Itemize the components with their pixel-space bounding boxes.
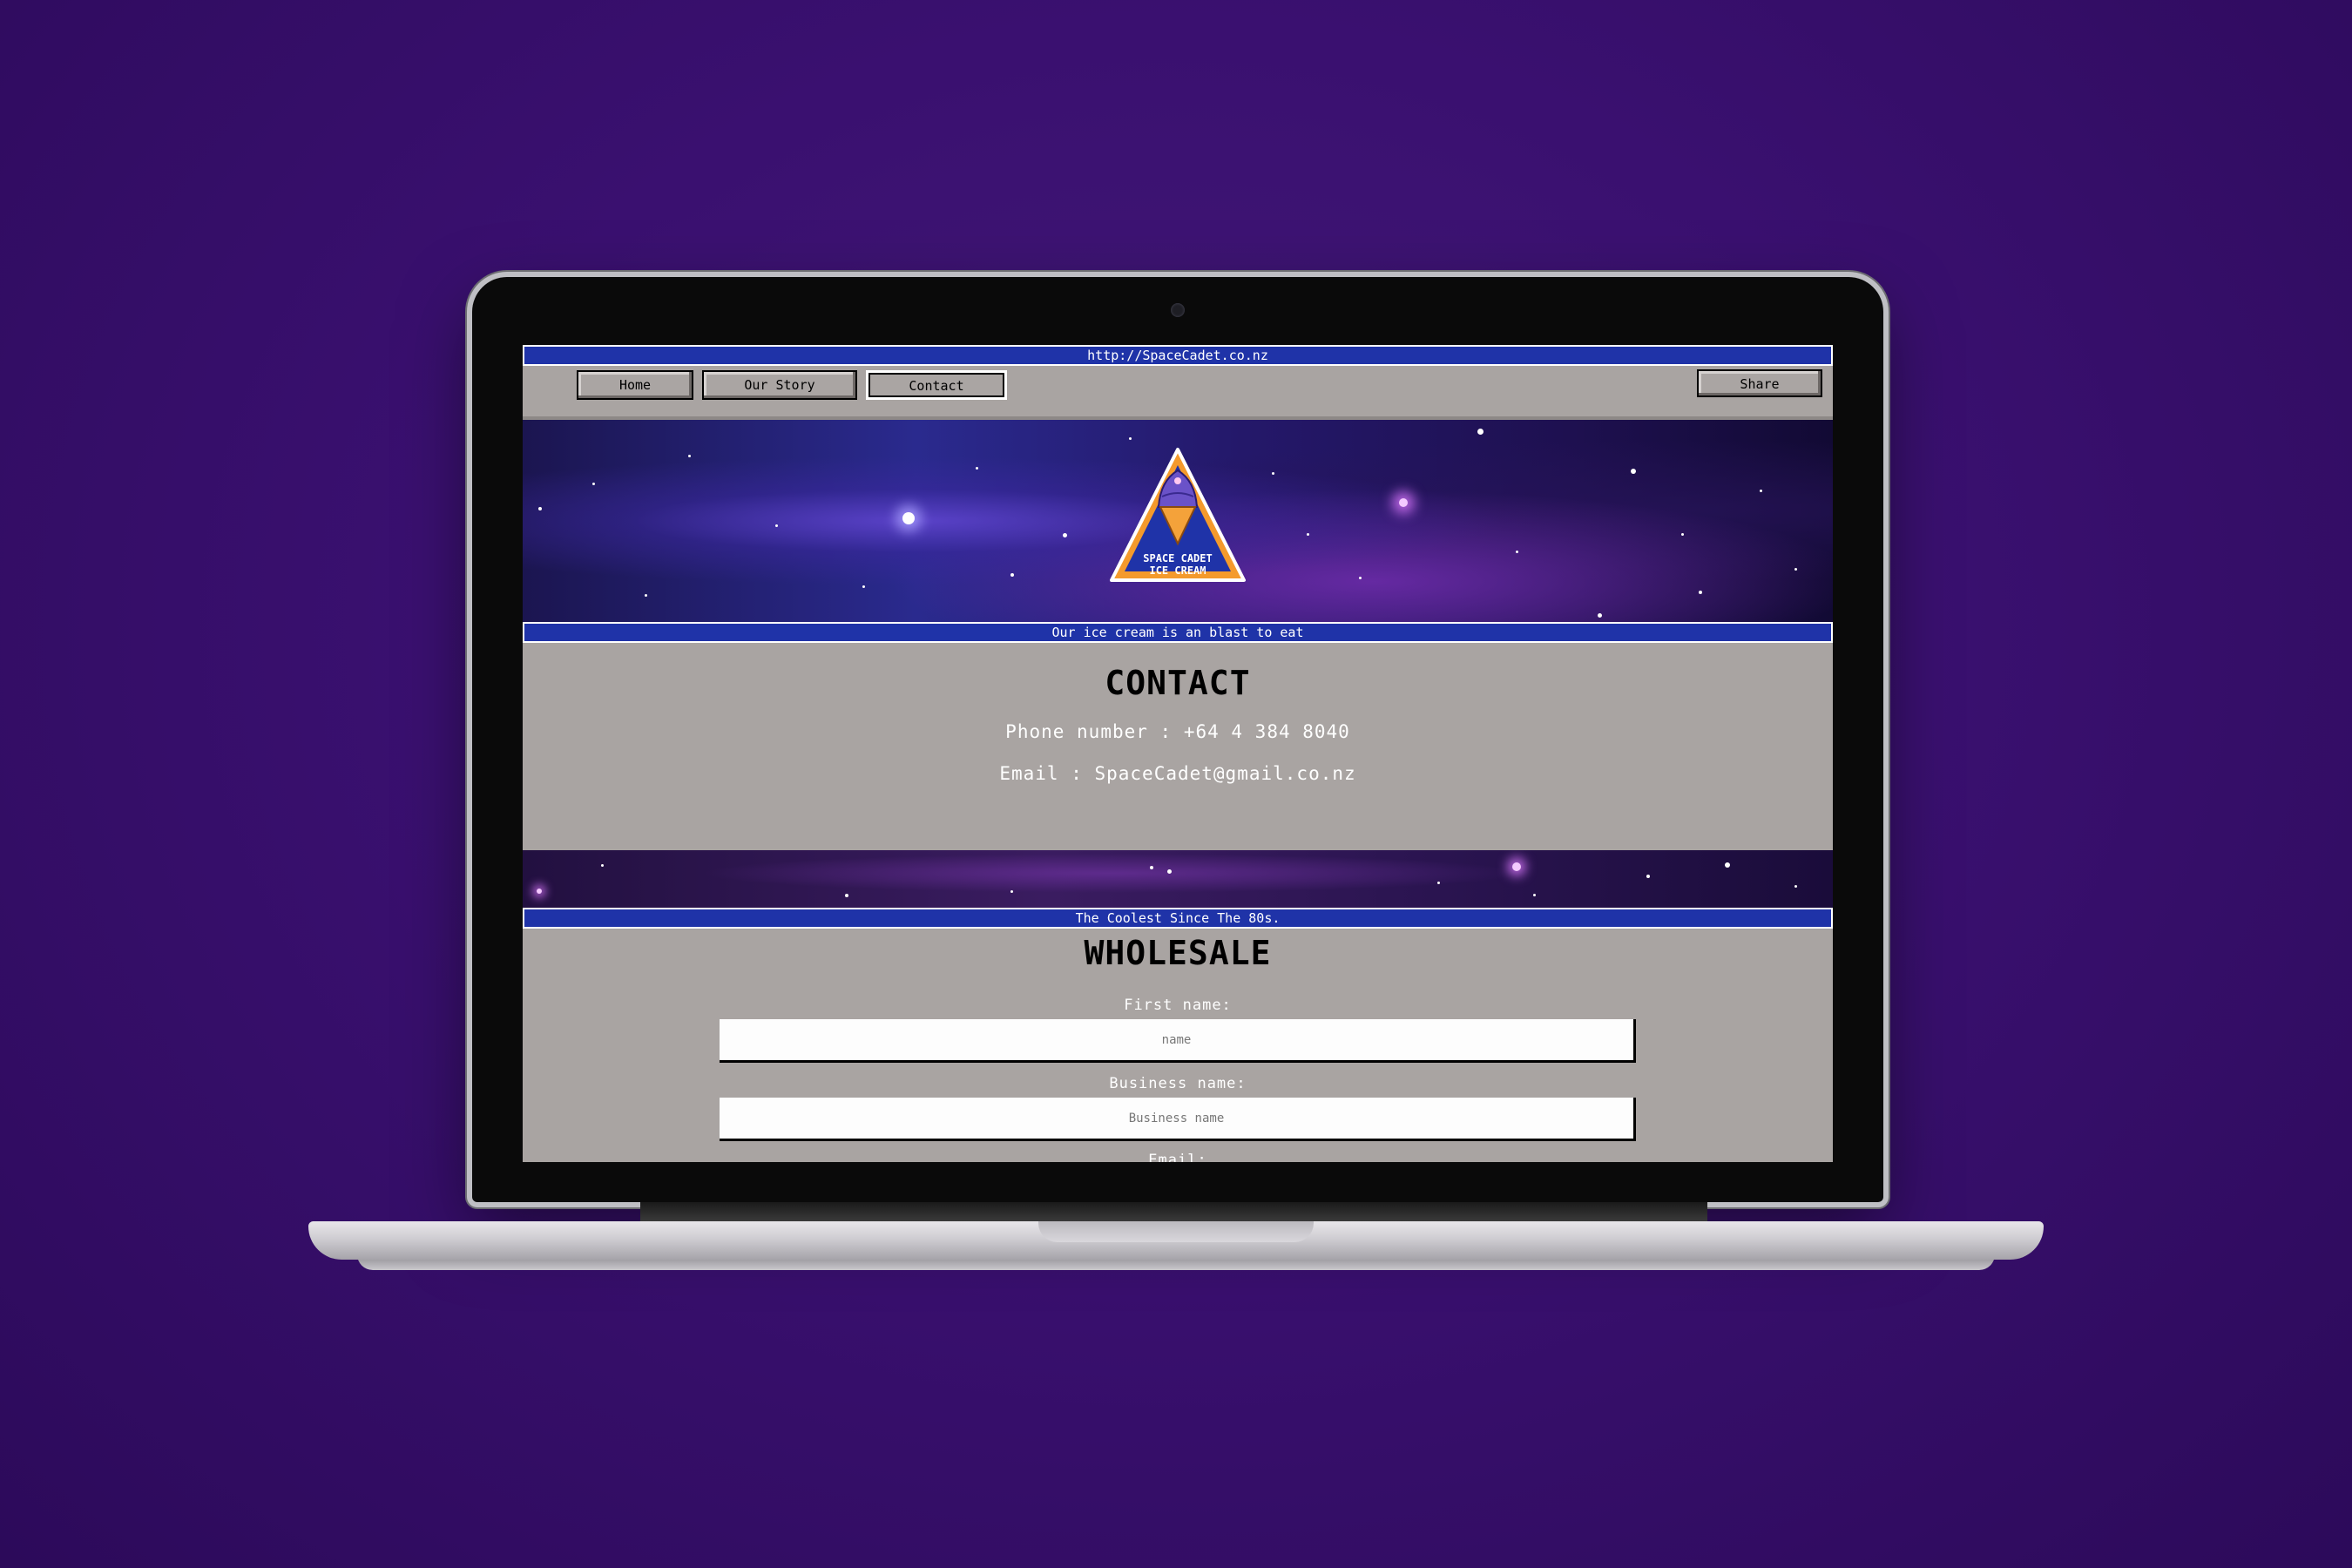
contact-phone: Phone number : +64 4 384 8040 (1005, 721, 1350, 742)
laptop-notch (1038, 1221, 1314, 1242)
webcam-icon (1171, 303, 1185, 317)
contact-email[interactable]: Email : SpaceCadet@gmail.co.nz (523, 763, 1833, 784)
wholesale-section: WHOLESALE First name: Business name: Ema… (523, 929, 1833, 1162)
nav-contact-button[interactable]: Contact (866, 370, 1007, 400)
logo-text-line2: ICE CREAM (1149, 564, 1206, 577)
business-name-label: Business name: (1109, 1075, 1247, 1092)
contact-heading: CONTACT (1105, 664, 1251, 702)
email-label-partial: Email: (1148, 1152, 1207, 1162)
business-name-input[interactable] (720, 1098, 1636, 1141)
url-bar[interactable]: http://SpaceCadet.co.nz (523, 345, 1833, 366)
secondary-tagline-bar: The Coolest Since The 80s. (523, 908, 1833, 929)
first-name-input[interactable] (720, 1019, 1636, 1063)
first-name-label: First name: (1124, 997, 1232, 1014)
laptop-hinge (640, 1202, 1707, 1221)
wholesale-heading: WHOLESALE (1084, 934, 1272, 972)
space-hero-banner: SPACE CADET ICE CREAM (523, 420, 1833, 622)
logo-text-line1: SPACE CADET (1143, 552, 1213, 564)
nav-our-story-button[interactable]: Our Story (702, 370, 857, 400)
navigation-bar: Home Our Story Contact Share (523, 366, 1833, 420)
nav-home-button[interactable]: Home (577, 370, 693, 400)
share-button[interactable]: Share (1697, 369, 1822, 397)
hero-tagline-bar: Our ice cream is an blast to eat (523, 622, 1833, 643)
space-divider-banner (523, 850, 1833, 908)
contact-section: CONTACT Phone number : +64 4 384 8040 Em… (523, 643, 1833, 850)
website-screen: http://SpaceCadet.co.nz Home Our Story C… (523, 345, 1833, 1162)
